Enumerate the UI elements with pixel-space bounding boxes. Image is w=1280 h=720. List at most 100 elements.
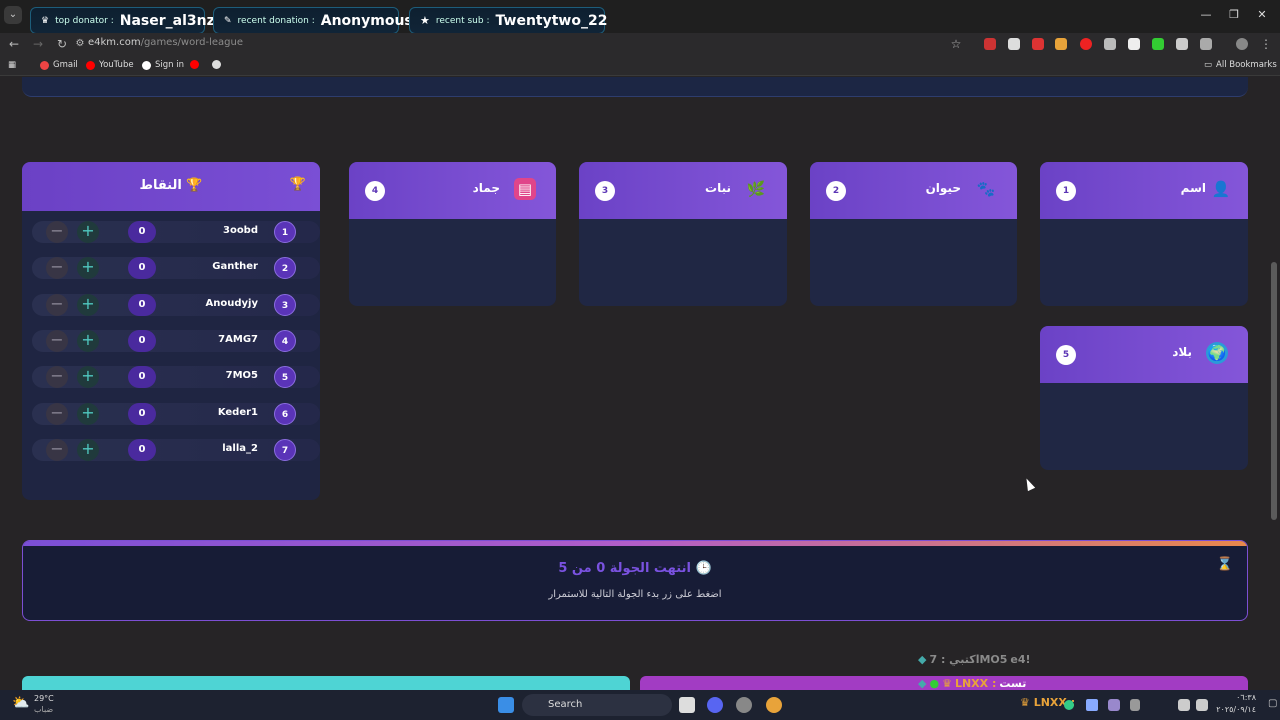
scoreboard-header: النقاط 🏆 🏆 [22, 162, 320, 211]
category-header: 4 جماد ▤ [349, 162, 556, 219]
player-points: 0 [128, 330, 156, 352]
overlay-value: Naser_al3nzy [119, 12, 224, 29]
player-rank: 4 [274, 330, 296, 352]
maximize-icon[interactable]: ❐ [1226, 8, 1242, 22]
tab-search-button[interactable]: ⌄ [4, 6, 22, 24]
extension-icon[interactable] [1008, 38, 1020, 50]
weather-desc: ضباب [34, 705, 54, 714]
extension-icon[interactable] [1128, 38, 1140, 50]
player-rank: 2 [274, 257, 296, 279]
increase-points-button[interactable]: + [77, 294, 99, 316]
overlay-top-donator: ♛ top donator : Naser_al3nzy [30, 7, 224, 34]
tray-icon[interactable] [1064, 700, 1074, 710]
player-points: 0 [128, 439, 156, 461]
all-bookmarks[interactable]: ▭ All Bookmarks [1204, 60, 1277, 70]
player-rank: 7 [274, 439, 296, 461]
mic-icon[interactable] [1130, 699, 1140, 711]
category-number: 2 [826, 181, 846, 201]
bookmark-star-icon[interactable]: ☆ [948, 36, 964, 52]
top-panel-edge [22, 77, 1248, 97]
forward-icon[interactable]: → [30, 36, 46, 52]
scoreboard-row: − +0 Anoudyjy 3 [22, 292, 320, 318]
player-name: Ganther [212, 261, 258, 272]
site-info-icon[interactable]: ⚙ [72, 36, 88, 52]
action-button-left[interactable] [22, 676, 630, 690]
player-name: 7AMG7 [218, 334, 258, 345]
pen-icon[interactable] [1108, 699, 1120, 711]
extension-icon[interactable] [1032, 38, 1044, 50]
overlay-label: recent donation : [237, 15, 315, 26]
folder-icon: ▭ [1204, 60, 1213, 70]
bookmark-youtube-icon[interactable] [190, 60, 199, 69]
decrease-points-button[interactable]: − [46, 330, 68, 352]
page-scrollbar[interactable] [1271, 262, 1277, 520]
close-icon[interactable]: ✕ [1254, 8, 1270, 22]
increase-points-button[interactable]: + [77, 403, 99, 425]
bookmark-label: Gmail [53, 60, 78, 70]
volume-icon[interactable] [1196, 699, 1208, 711]
bookmark-sign-in[interactable]: Sign in [142, 60, 184, 70]
increase-points-button[interactable]: + [77, 366, 99, 388]
category-number: 5 [1056, 345, 1076, 365]
overlay-recent-sub: ★ recent sub : Twentytwo_22 [409, 7, 607, 34]
category-panel-plant: 3 نبات 🌿 [579, 162, 787, 306]
notification-icon[interactable]: ▢ [1268, 698, 1277, 709]
app-icon[interactable] [736, 697, 752, 713]
apps-grid-icon[interactable]: ▦ [8, 60, 16, 70]
player-name: lalla_2 [222, 443, 258, 454]
menu-icon[interactable]: ⋮ [1258, 36, 1274, 52]
extensions-puzzle-icon[interactable] [1200, 38, 1212, 50]
round-status-banner: انتهت الجولة 0 من 5 🕒 اضغط على زر بدء ال… [22, 540, 1248, 621]
mouse-cursor-icon [1022, 476, 1036, 492]
url-field[interactable]: e4km.com/games/word-league [88, 37, 243, 48]
banner-gradient-bar [23, 541, 1247, 546]
bookmark-globe[interactable] [212, 60, 221, 69]
decrease-points-button[interactable]: − [46, 366, 68, 388]
player-points: 0 [128, 366, 156, 388]
taskbar-search[interactable]: Search [522, 694, 672, 716]
bookmarks-bar: ▦ Gmail YouTube Sign in ▭ All Bookmarks [0, 56, 1280, 76]
round-title-text: انتهت الجولة 0 من 5 [558, 561, 691, 576]
bookmark-gmail[interactable]: Gmail [40, 60, 78, 70]
category-title: نبات [705, 181, 731, 195]
minimize-icon[interactable]: — [1198, 8, 1214, 22]
extension-icon[interactable] [1152, 38, 1164, 50]
windows-start-icon[interactable] [498, 697, 514, 713]
extension-icon[interactable] [984, 38, 996, 50]
extension-icon[interactable] [1055, 38, 1067, 50]
profile-avatar[interactable] [1236, 38, 1248, 50]
increase-points-button[interactable]: + [77, 330, 99, 352]
extension-icon[interactable] [1176, 38, 1188, 50]
star-icon: ★ [420, 14, 430, 27]
bookmark-youtube[interactable]: YouTube [86, 60, 134, 70]
extension-icon[interactable] [1104, 38, 1116, 50]
chat-badge-icon: ◆ [918, 653, 927, 666]
category-title: حيوان [925, 181, 961, 195]
decrease-points-button[interactable]: − [46, 403, 68, 425]
increase-points-button[interactable]: + [77, 439, 99, 461]
category-number: 4 [365, 181, 385, 201]
discord-icon[interactable] [707, 697, 723, 713]
decrease-points-button[interactable]: − [46, 294, 68, 316]
round-title: انتهت الجولة 0 من 5 🕒 [23, 561, 1247, 576]
increase-points-button[interactable]: + [77, 221, 99, 243]
clock-date: ٢٠٢٥/٠٩/١٤ [1216, 705, 1256, 714]
category-header: 1 اسم 👤 [1040, 162, 1248, 219]
steam-icon[interactable] [1086, 699, 1098, 711]
back-icon[interactable]: ← [6, 36, 22, 52]
chrome-icon[interactable] [766, 697, 782, 713]
category-panel-name: 1 اسم 👤 [1040, 162, 1248, 306]
increase-points-button[interactable]: + [77, 257, 99, 279]
chat-badge-icon: ◆ [918, 677, 927, 690]
windows-taskbar: ⛅ 29°C ضباب Search ♛ LNXX : ٠٦:٣٨ ٢٠٢٥/٠… [0, 690, 1280, 720]
crown-icon: ♛ [942, 677, 952, 690]
decrease-points-button[interactable]: − [46, 257, 68, 279]
decrease-points-button[interactable]: − [46, 221, 68, 243]
category-panel-animal: 2 حيوان 🐾 [810, 162, 1017, 306]
extension-icon[interactable] [1080, 38, 1092, 50]
decrease-points-button[interactable]: − [46, 439, 68, 461]
reload-icon[interactable]: ↻ [54, 36, 70, 52]
task-view-icon[interactable] [679, 697, 695, 713]
player-name: 7MO5 [225, 370, 258, 381]
network-icon[interactable] [1178, 699, 1190, 711]
